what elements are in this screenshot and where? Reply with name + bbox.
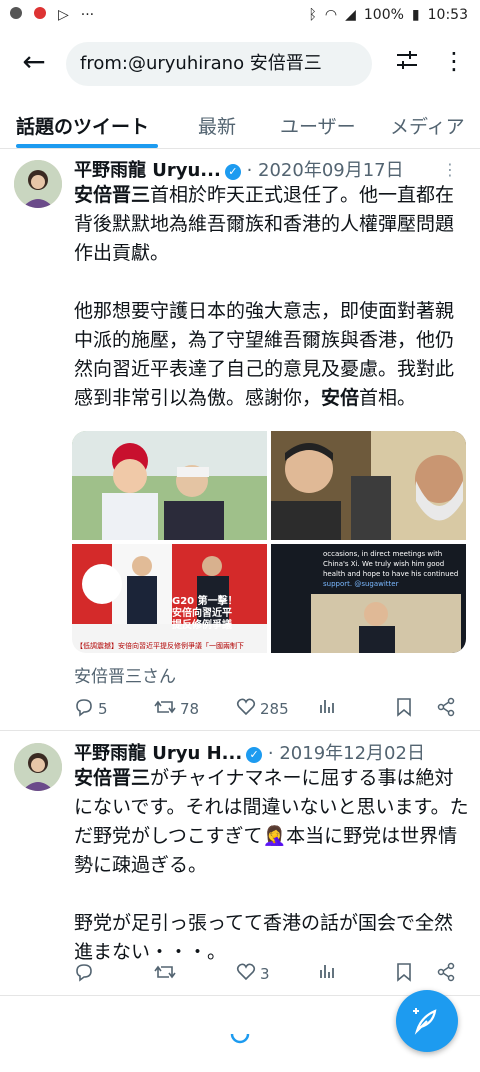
share-icon (436, 697, 456, 721)
like-button[interactable]: 3 (236, 962, 270, 986)
like-button[interactable]: 285 (236, 697, 289, 721)
tweet-date[interactable]: · 2019年12月02日 (268, 743, 425, 764)
share-icon (436, 962, 456, 986)
active-tab-indicator (16, 144, 158, 148)
battery-text: 100% (363, 7, 404, 23)
bookmark-icon (396, 962, 412, 986)
compose-feather-icon (411, 1005, 443, 1041)
clock: 10:53 (427, 7, 468, 23)
more-notifications-icon: ··· (80, 7, 95, 23)
retweet-icon (154, 697, 176, 721)
bluetooth-icon: ᛒ (308, 7, 317, 23)
analytics-icon (318, 962, 336, 984)
media-image-3[interactable]: G20 第一擊！ 安倍向習近平 提反修例爭議 【低調震撼】安倍向習近平提反修例爭… (72, 544, 267, 653)
app-icon (34, 7, 46, 19)
bookmark-button[interactable] (396, 697, 412, 721)
tab-top[interactable]: 話題のツイート (16, 112, 149, 139)
reply-count: 5 (98, 700, 108, 718)
battery-icon: ▮ (411, 7, 420, 23)
media-4-line4: support. @sugawitter (323, 580, 399, 588)
share-button[interactable] (436, 697, 456, 721)
verified-icon: ✓ (246, 747, 263, 763)
tweet-text: 安倍晋三首相於昨天正式退任了。他一直都在背後默默地為維吾爾族和香港的人權彈壓問題… (74, 181, 470, 413)
media-4-line2: China's Xi. We truly wish him good (323, 560, 444, 568)
tweet-media-grid[interactable]: G20 第一擊！ 安倍向習近平 提反修例爭議 【低調震撼】安倍向習近平提反修例爭… (72, 431, 466, 653)
tweet-text: 安倍晋三がチャイナマネーに屈する事は絶対にないです。それは間違いないと思います。… (74, 764, 470, 967)
tweet-date[interactable]: · 2020年09月17日 (247, 160, 404, 181)
tweet-actions: 5 78 285 (74, 697, 464, 721)
top-bar: ← from:@uryuhirano 安倍晋三 ⋮ (0, 36, 480, 92)
more-options-icon[interactable]: ⋮ (442, 46, 466, 78)
compose-tweet-button[interactable] (396, 990, 458, 1052)
bookmark-button[interactable] (396, 962, 412, 986)
heart-icon (236, 697, 256, 721)
retweet-button[interactable] (154, 962, 180, 986)
tab-media[interactable]: メディア (390, 112, 465, 139)
like-count: 3 (260, 965, 270, 983)
views-button[interactable] (318, 962, 336, 984)
author-name[interactable]: 平野雨龍 Uryu... (74, 160, 221, 181)
tab-latest[interactable]: 最新 (198, 112, 236, 139)
highlight-keyword: 安倍晋三 (74, 184, 151, 206)
highlight-keyword: 安倍 (321, 387, 360, 409)
author-name[interactable]: 平野雨龍 Uryu H... (74, 743, 242, 764)
message-icon (10, 7, 22, 19)
back-arrow-icon[interactable]: ← (18, 46, 50, 78)
reply-button[interactable] (74, 962, 98, 986)
bookmark-icon (396, 697, 412, 721)
search-tabs: 話題のツイート 最新 ユーザー メディア (0, 100, 480, 149)
highlight-keyword: 安倍晋三 (74, 767, 151, 789)
media-image-1[interactable] (72, 431, 267, 540)
reply-icon (74, 962, 94, 986)
retweet-button[interactable]: 78 (154, 697, 199, 721)
search-input[interactable]: from:@uryuhirano 安倍晋三 (66, 42, 372, 86)
media-caption: 安倍晋三さん (74, 667, 176, 687)
play-icon: ▷ (58, 7, 69, 23)
heart-icon (236, 962, 256, 986)
status-bar: ▷ ··· ᛒ ◠ ◢ 100% ▮ 10:53 (0, 0, 480, 32)
facepalm-emoji: 🤦‍♀️ (262, 825, 287, 847)
media-3-footer: 【低調震撼】安倍向習近平提反修例爭議「一國兩制下 (76, 641, 244, 650)
media-image-2[interactable] (271, 431, 466, 540)
media-3-line1: G20 第一擊！ (172, 594, 238, 607)
tweet-header: 平野雨龍 Uryu... ✓ · 2020年09月17日 (74, 156, 404, 182)
tweet-header: 平野雨龍 Uryu H... ✓ · 2019年12月02日 (74, 739, 425, 765)
media-4-line3: health and hope to have his continued (323, 570, 458, 578)
media-3-line3: 提反修例爭議 (172, 618, 232, 631)
filter-icon[interactable] (393, 46, 421, 74)
tab-users[interactable]: ユーザー (280, 112, 356, 139)
analytics-icon (318, 697, 336, 719)
share-button[interactable] (436, 962, 456, 986)
wifi-icon: ◠ (324, 7, 338, 23)
tweet-menu-icon[interactable]: ⋮ (442, 160, 458, 179)
retweet-icon (154, 962, 176, 986)
verified-icon: ✓ (224, 164, 241, 180)
media-4-line1: occasions, in direct meetings with (323, 550, 442, 558)
signal-icon: ◢ (345, 7, 356, 23)
reply-icon (74, 697, 94, 721)
like-count: 285 (260, 700, 289, 718)
tweet-text-part: 野党が足引っ張ってて香港の話が国会で全然進まない・・・。 (74, 912, 454, 963)
media-3-line2: 安倍向習近平 (172, 606, 232, 619)
divider (0, 730, 480, 731)
tweet-actions: 3 (74, 962, 464, 986)
tweet-text-part: 首相。 (359, 387, 417, 409)
avatar[interactable] (14, 743, 62, 791)
retweet-count: 78 (180, 700, 200, 718)
reply-button[interactable]: 5 (74, 697, 108, 721)
media-image-4[interactable]: occasions, in direct meetings with China… (271, 544, 466, 653)
views-button[interactable] (318, 697, 336, 719)
loading-spinner (228, 1022, 252, 1046)
avatar[interactable] (14, 160, 62, 208)
